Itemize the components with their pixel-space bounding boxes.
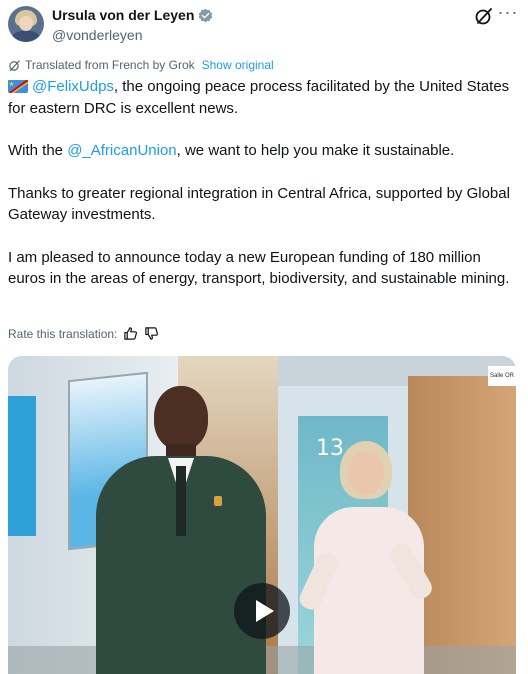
- tweet-paragraph-3: Thanks to greater regional integration i…: [8, 184, 510, 224]
- grok-translate-icon: [9, 59, 20, 71]
- video-player[interactable]: 13 Salle OR: [8, 356, 516, 674]
- author-name-row: Ursula von der Leyen: [52, 7, 213, 23]
- rate-translation-label: Rate this translation:: [8, 326, 118, 341]
- more-options-button[interactable]: ···: [496, 3, 520, 26]
- tweet-header: Ursula von der Leyen @vonderleyen ···: [0, 0, 528, 52]
- play-button[interactable]: [234, 583, 290, 639]
- avatar-jacket: [10, 31, 42, 42]
- thumbs-up-icon[interactable]: [123, 326, 138, 341]
- show-original-link[interactable]: Show original: [202, 58, 274, 72]
- video-background-screen: [8, 396, 36, 536]
- translation-notice-text: Translated from French by Grok: [25, 58, 195, 72]
- translation-notice: Translated from French by Grok Show orig…: [8, 58, 274, 72]
- avatar[interactable]: [8, 6, 44, 42]
- play-icon: [255, 600, 274, 622]
- tweet-text-2-rest: , we want to help you make it sustainabl…: [176, 142, 455, 159]
- avatar-face: [19, 16, 33, 31]
- mention-felixudps[interactable]: @FelixUdps: [32, 78, 114, 95]
- drc-flag-icon: [8, 79, 28, 93]
- tweet-text-2-prefix: With the: [8, 142, 68, 159]
- rate-translation-row: Rate this translation:: [8, 326, 159, 341]
- video-person-right: [296, 441, 436, 674]
- verified-badge-icon: [199, 8, 213, 22]
- grok-icon[interactable]: [474, 6, 494, 26]
- tweet-body: @FelixUdps, the ongoing peace process fa…: [8, 76, 518, 311]
- mention-africanunion[interactable]: @_AfricanUnion: [67, 142, 176, 159]
- room-sign: Salle OR: [488, 366, 516, 386]
- author-handle[interactable]: @vonderleyen: [52, 27, 143, 43]
- tweet-paragraph-4: I am pleased to announce today a new Eur…: [8, 248, 510, 288]
- thumbs-down-icon[interactable]: [144, 326, 159, 341]
- tweet-paragraph-1: @FelixUdps, the ongoing peace process fa…: [8, 76, 518, 119]
- tweet-paragraph-2: With the @_AfricanUnion, we want to help…: [8, 140, 518, 162]
- author-display-name[interactable]: Ursula von der Leyen: [52, 7, 194, 23]
